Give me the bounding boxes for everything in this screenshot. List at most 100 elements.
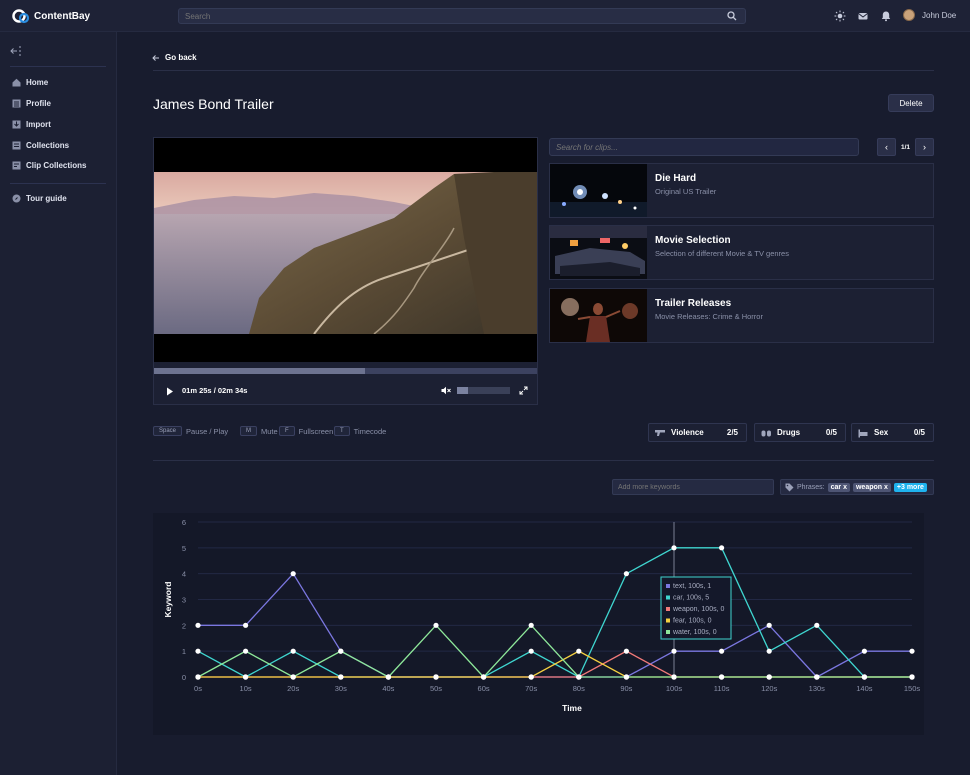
sun-icon[interactable] — [834, 10, 846, 22]
chevron-left-icon: ‹ — [885, 142, 888, 152]
volume-mute-icon[interactable] — [441, 386, 452, 395]
y-tick-label: 0 — [182, 673, 186, 682]
sidebar-item-clip-collections[interactable]: Clip Collections — [12, 161, 86, 170]
pagination-text: 1/1 — [901, 144, 911, 151]
data-point-water — [290, 674, 296, 680]
data-point-fear — [338, 674, 344, 680]
x-tick-label: 90s — [620, 684, 632, 693]
x-tick-label: 20s — [287, 684, 299, 693]
tooltip-swatch-car — [666, 595, 670, 600]
play-icon[interactable] — [166, 387, 174, 396]
tooltip-line: car, 100s, 5 — [673, 595, 709, 602]
y-tick-label: 5 — [182, 544, 186, 553]
tag-icon — [785, 483, 794, 491]
keyword-line-chart[interactable]: 01234560s 10s 20s 30s 40s 50s 60s 70s 80s 90s 100s… — [153, 513, 924, 735]
data-point-water — [814, 674, 820, 680]
search-bar[interactable] — [178, 8, 746, 24]
rating-drugs[interactable]: Drugs 0/5 — [754, 423, 846, 442]
pills-icon — [761, 430, 771, 437]
data-point-water — [766, 674, 772, 680]
data-point-text — [861, 648, 868, 654]
phrase-tag[interactable]: weapon x — [852, 482, 891, 492]
data-point-text — [290, 571, 296, 577]
search-icon[interactable] — [727, 11, 737, 21]
collapse-sidebar-icon[interactable] — [10, 46, 22, 56]
clip-thumbnail — [550, 226, 647, 279]
app-logo[interactable]: ContentBay — [12, 8, 90, 24]
data-point-water — [861, 674, 868, 680]
data-point-text — [195, 622, 201, 628]
sidebar-item-label: Profile — [26, 99, 51, 108]
mail-icon[interactable] — [857, 10, 869, 22]
home-icon — [12, 78, 21, 87]
volume-fill — [457, 387, 468, 394]
sidebar-item-tour-guide[interactable]: Tour guide — [12, 194, 67, 203]
bell-icon[interactable] — [880, 10, 892, 22]
go-back-link[interactable]: Go back — [152, 53, 197, 62]
clip-search-field[interactable] — [549, 138, 859, 156]
y-tick-label: 6 — [182, 518, 186, 527]
video-time: 01m 25s / 02m 34s — [182, 386, 248, 395]
clip-card[interactable]: Movie Selection Selection of different M… — [549, 225, 934, 280]
rating-label: Violence — [671, 428, 704, 437]
search-input[interactable] — [179, 9, 709, 23]
x-tick-label: 0s — [194, 684, 202, 693]
x-tick-label: 70s — [525, 684, 537, 693]
x-axis-label: Time — [562, 703, 582, 713]
shortcut-label: Mute — [261, 426, 278, 436]
data-point-water — [623, 674, 629, 680]
video-frame[interactable] — [154, 138, 537, 362]
data-point-text — [766, 622, 772, 628]
data-point-car — [290, 648, 296, 654]
key-cap: M — [240, 426, 257, 436]
tooltip-swatch-text — [666, 584, 670, 588]
next-page-button[interactable]: › — [915, 138, 934, 156]
data-point-water — [243, 648, 249, 654]
data-point-car — [766, 648, 772, 654]
keyword-input[interactable] — [613, 480, 768, 494]
fullscreen-icon[interactable] — [519, 386, 528, 395]
sidebar: Home Profile Import Collections Clip Col… — [0, 32, 117, 775]
prev-page-button[interactable]: ‹ — [877, 138, 896, 156]
volume-slider[interactable] — [457, 387, 510, 394]
y-tick-label: 4 — [182, 570, 186, 579]
clip-search-input[interactable] — [550, 139, 850, 155]
x-tick-label: 60s — [478, 684, 490, 693]
x-tick-label: 150s — [904, 684, 921, 693]
data-point-fear — [433, 674, 439, 680]
sidebar-item-collections[interactable]: Collections — [12, 141, 69, 150]
data-point-water — [195, 674, 201, 680]
key-cap: T — [334, 426, 350, 436]
x-tick-label: 120s — [761, 684, 778, 693]
sidebar-divider — [10, 66, 106, 67]
data-point-car — [719, 545, 725, 551]
clip-card[interactable]: Trailer Releases Movie Releases: Crime &… — [549, 288, 934, 343]
arrow-left-icon — [152, 54, 159, 61]
rating-sex[interactable]: Sex 0/5 — [851, 423, 934, 442]
user-name: John Doe — [922, 10, 957, 20]
video-player[interactable]: 01m 25s / 02m 34s — [153, 137, 538, 405]
data-point-water — [385, 674, 391, 680]
sidebar-item-profile[interactable]: Profile — [12, 99, 51, 108]
data-point-weapon — [623, 648, 629, 654]
data-point-car — [528, 648, 534, 654]
x-tick-label: 130s — [809, 684, 826, 693]
delete-button[interactable]: Delete — [888, 94, 934, 112]
more-phrases-button[interactable]: +3 more — [893, 482, 927, 492]
divider — [153, 460, 934, 461]
keyword-field[interactable] — [612, 479, 774, 495]
phrases-box[interactable]: Phrases: car x weapon x +3 more — [780, 479, 934, 495]
clip-card[interactable]: Die Hard Original US Trailer — [549, 163, 934, 218]
sidebar-item-import[interactable]: Import — [12, 120, 51, 129]
phrase-tag[interactable]: car x — [827, 482, 850, 492]
rating-value: 0/5 — [913, 428, 925, 437]
video-progress-bar[interactable] — [154, 368, 537, 374]
data-point-water — [576, 674, 582, 680]
shortcut-label: Timecode — [353, 426, 387, 436]
rating-violence[interactable]: Violence 2/5 — [648, 423, 747, 442]
tooltip-line: weapon, 100s, 0 — [672, 606, 724, 613]
x-tick-label: 40s — [382, 684, 394, 693]
sidebar-item-home[interactable]: Home — [12, 78, 48, 87]
user-menu[interactable]: John Doe — [903, 9, 956, 21]
clip-title: Movie Selection — [655, 235, 731, 246]
